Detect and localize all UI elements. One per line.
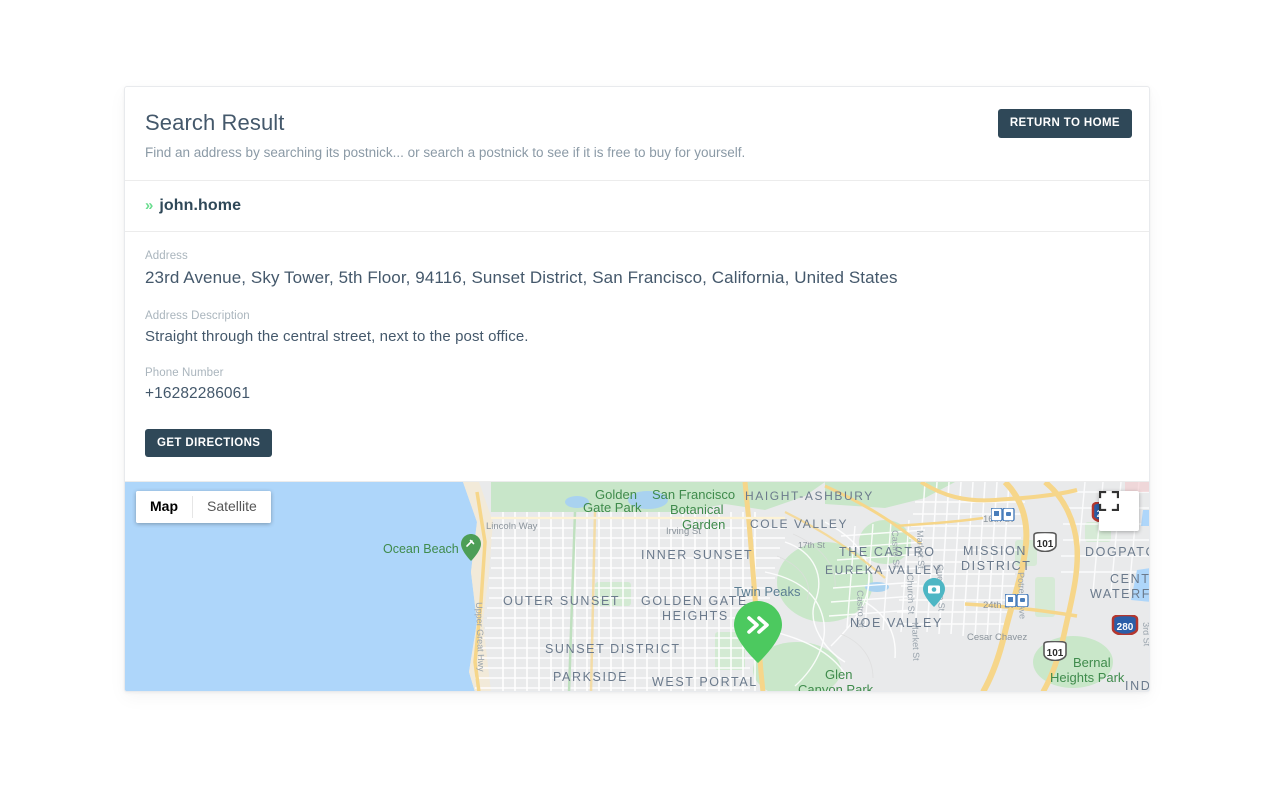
map-place-label: MISSION [963,544,1027,559]
page-subtitle: Find an address by searching its postnic… [145,144,746,160]
map-place-label: San Francisco [652,487,736,503]
map-place-label: HAIGHT-ASHBURY [745,489,874,504]
double-chevron-icon: » [145,197,153,215]
postnick-row: » john.home [125,181,1149,232]
field-value: 23rd Avenue, Sky Tower, 5th Floor, 94116… [145,267,898,287]
map-place-label: Canyon Park [798,682,874,692]
return-to-home-button[interactable]: RETURN TO HOME [997,109,1132,138]
address-details: Address 23rd Avenue, Sky Tower, 5th Floo… [125,232,1149,482]
map-place-label: DOGPATCH [1085,545,1149,560]
field-label: Address [145,249,188,262]
map-place-label: PARKSIDE [553,670,629,685]
map-place-label: Cesar Chavez [967,632,1028,644]
search-result-card: Search Result Find an address by searchi… [124,86,1150,693]
get-directions-button[interactable]: GET DIRECTIONS [145,428,273,458]
map-place-label: Castro St [890,530,902,569]
map-place-label: Market St [910,622,922,662]
map-place-label: Irving St [666,526,701,538]
map-place-label: CENTRAL [1110,572,1149,587]
map-place-label: Gate Park [583,500,642,516]
map-type-control[interactable]: Map Satellite [136,491,271,523]
map-type-satellite-button[interactable]: Satellite [193,491,271,523]
field-value: Straight through the central street, nex… [145,327,529,345]
map-place-label: Botanical [670,502,724,518]
map-place-label: INDI [1125,679,1149,692]
card-header: Search Result Find an address by searchi… [125,87,1149,181]
map-place-label: Ocean Beach [383,542,459,557]
fullscreen-button[interactable] [1099,491,1139,532]
map-place-label: WATERFRONT [1090,587,1149,602]
map-canvas[interactable]: Ocean Beach Golden Gate Park San Francisco B… [125,481,1149,692]
field-address: Address 23rd Avenue, Sky Tower, 5th Floo… [145,250,1129,290]
map-place-label: 3rd St [1141,622,1149,647]
postnick-name: john.home [159,196,242,214]
field-address-description: Address Description Straight through the… [145,310,1129,347]
map-place-label: GOLDEN GATE [641,594,748,609]
field-label: Address Description [145,309,250,322]
field-label: Phone Number [145,366,224,379]
map-place-label: Bernal [1073,655,1111,671]
page-title: Search Result [145,110,285,135]
map-place-label: SUNSET DISTRICT [545,642,681,657]
map-place-label: Lincoln Way [486,521,538,533]
map-place-label: INNER SUNSET [641,548,754,563]
svg-text:101: 101 [1047,648,1064,659]
map-place-label: Market St [915,530,927,570]
map-place-label: Church St [905,574,917,615]
field-phone-number: Phone Number +16282286061 [145,367,1129,405]
page-root: Search Result Find an address by searchi… [0,0,1280,800]
map-place-label: 17th St [798,540,825,551]
svg-text:280: 280 [1117,622,1134,633]
map-place-label: Heights Park [1050,670,1125,686]
map-place-label: Castro St [855,590,867,629]
map-type-map-button[interactable]: Map [136,491,192,523]
map-place-label: OUTER SUNSET [503,594,621,609]
map-place-label: Glen [825,667,853,683]
expand-icon [1099,491,1119,512]
map-place-label: COLE VALLEY [750,517,849,532]
svg-text:101: 101 [1037,539,1054,550]
map-place-label: HEIGHTS [662,609,729,624]
map-place-label: WEST PORTAL [652,675,758,690]
field-value: +16282286061 [145,384,251,402]
